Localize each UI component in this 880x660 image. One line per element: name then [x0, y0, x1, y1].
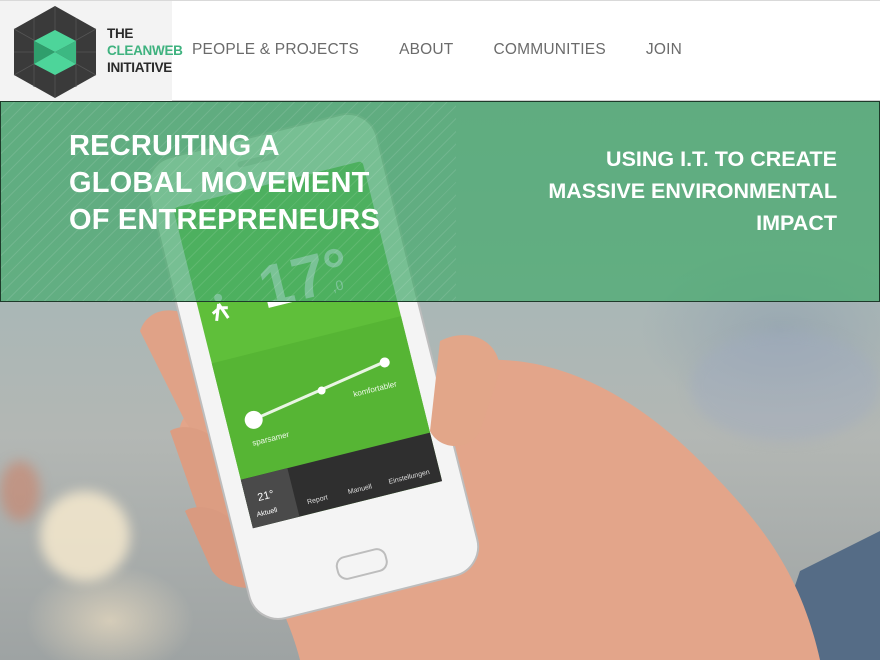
hero-headline-line: OF ENTREPRENEURS [69, 204, 380, 236]
nav-join[interactable]: JOIN [646, 41, 682, 59]
hero-banner: RECRUITING A GLOBAL MOVEMENT OF ENTREPRE… [0, 101, 880, 302]
hero-headline-line: RECRUITING A [69, 130, 280, 162]
cleanweb-logo-icon [13, 6, 97, 98]
hero-subheadline: USING I.T. TO CREATE MASSIVE ENVIRONMENT… [477, 143, 837, 239]
main-nav: PEOPLE & PROJECTS ABOUT COMMUNITIES JOIN [192, 41, 722, 59]
hero-subheadline-line: MASSIVE ENVIRONMENTAL [548, 179, 837, 203]
logo-line-cleanweb: CLEANWEB [107, 43, 183, 58]
logo-line-initiative: INITIATIVE [107, 60, 173, 75]
site-header: THE CLEANWEB INITIATIVE PEOPLE & PROJECT… [0, 0, 880, 101]
logo-wordmark: THE CLEANWEB INITIATIVE [107, 25, 183, 76]
hero-subheadline-line: USING I.T. TO CREATE [606, 147, 837, 171]
nav-communities[interactable]: COMMUNITIES [493, 41, 605, 59]
hero-section: 17° ,0 sparsamer komfortabler 21° Aktuel… [0, 101, 880, 660]
nav-about[interactable]: ABOUT [399, 41, 453, 59]
hero-headline: RECRUITING A GLOBAL MOVEMENT OF ENTREPRE… [69, 128, 449, 239]
logo-line-the: THE [107, 26, 134, 41]
nav-people-projects[interactable]: PEOPLE & PROJECTS [192, 41, 359, 59]
logo[interactable]: THE CLEANWEB INITIATIVE [0, 1, 183, 101]
hero-headline-line: GLOBAL MOVEMENT [69, 167, 370, 199]
hero-subheadline-line: IMPACT [756, 211, 837, 235]
